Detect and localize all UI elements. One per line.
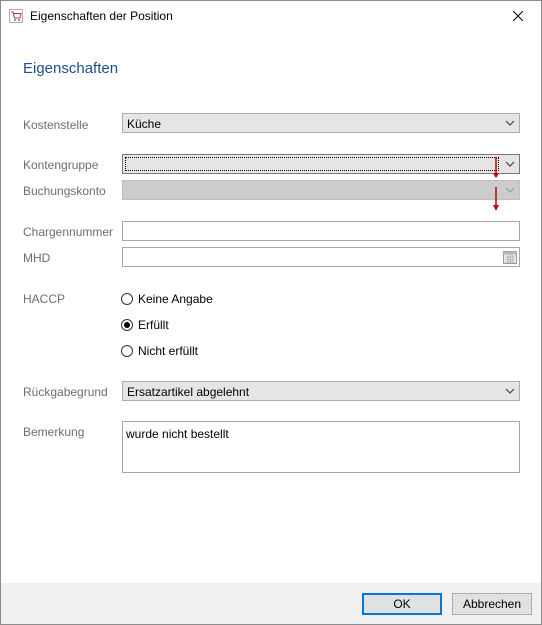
kostenstelle-label: Kostenstelle xyxy=(23,118,89,132)
haccp-label: HACCP xyxy=(23,292,66,306)
cart-icon xyxy=(9,9,23,23)
radio-label: Keine Angabe xyxy=(138,292,213,306)
radio-button-selected[interactable] xyxy=(121,319,133,331)
kontengruppe-select[interactable] xyxy=(122,154,520,174)
kostenstelle-select[interactable]: Küche xyxy=(122,113,520,133)
ok-button[interactable]: OK xyxy=(362,593,442,615)
close-icon xyxy=(513,11,523,21)
radio-button[interactable] xyxy=(121,345,133,357)
radio-label: Nicht erfüllt xyxy=(138,344,199,358)
rueckgabegrund-select[interactable]: Ersatzartikel abgelehnt xyxy=(122,381,520,401)
mhd-label: MHD xyxy=(23,251,51,265)
mhd-date-input[interactable] xyxy=(122,247,520,267)
haccp-option-keine-angabe[interactable]: Keine Angabe xyxy=(121,292,213,306)
chevron-down-icon xyxy=(505,161,515,167)
annotation-arrows xyxy=(493,157,499,211)
radio-label: Erfüllt xyxy=(138,318,169,332)
window-title: Eigenschaften der Position xyxy=(30,9,173,23)
dialog-window: Eigenschaften der Position Eigenschaften… xyxy=(0,0,542,625)
rueckgabegrund-value: Ersatzartikel abgelehnt xyxy=(127,385,250,399)
chargennummer-input[interactable] xyxy=(122,221,520,241)
section-title: Eigenschaften xyxy=(23,60,119,77)
buchungskonto-select[interactable] xyxy=(122,180,520,200)
bemerkung-label: Bemerkung xyxy=(23,425,85,439)
cancel-button[interactable]: Abbrechen xyxy=(452,593,532,615)
bemerkung-textarea[interactable]: wurde nicht bestellt xyxy=(122,421,520,473)
kostenstelle-value: Küche xyxy=(127,117,162,131)
chevron-down-icon xyxy=(505,388,515,394)
radio-button[interactable] xyxy=(121,293,133,305)
close-button[interactable] xyxy=(495,1,541,31)
title-bar: Eigenschaften der Position xyxy=(1,1,541,31)
haccp-option-nicht-erfuellt[interactable]: Nicht erfüllt xyxy=(121,344,198,358)
calendar-icon[interactable] xyxy=(503,250,517,264)
kontengruppe-label: Kontengruppe xyxy=(23,158,99,172)
haccp-option-erfuellt[interactable]: Erfüllt xyxy=(121,318,169,332)
bemerkung-value: wurde nicht bestellt xyxy=(126,427,229,441)
rueckgabegrund-label: Rückgabegrund xyxy=(23,385,108,399)
chevron-down-icon xyxy=(505,187,515,193)
buchungskonto-label: Buchungskonto xyxy=(23,184,106,198)
chargennummer-label: Chargennummer xyxy=(23,225,114,239)
focus-rectangle xyxy=(125,157,499,171)
chevron-down-icon xyxy=(505,120,515,126)
